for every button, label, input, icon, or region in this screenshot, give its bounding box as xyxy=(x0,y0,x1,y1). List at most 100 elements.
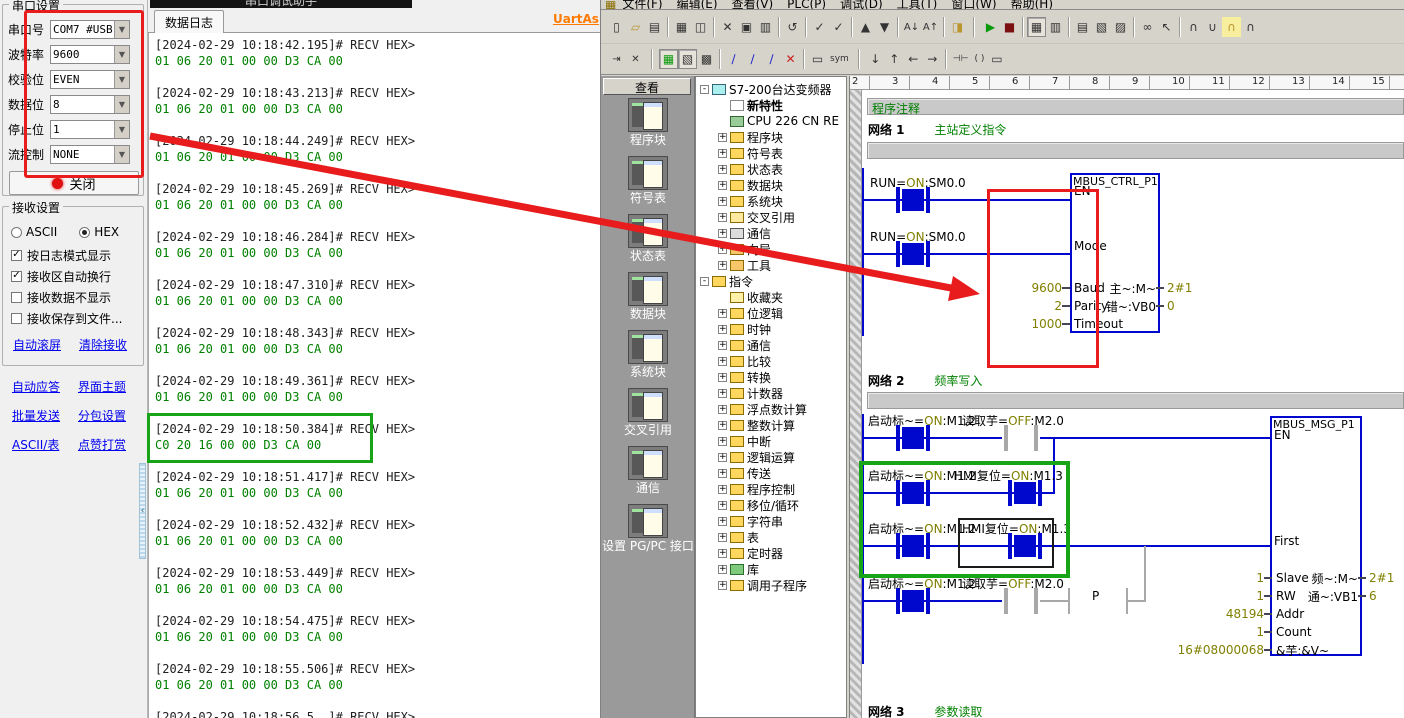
ladder-editor[interactable]: 2345678910111213141516 程序注释 网络 1 主站定义指令 … xyxy=(849,76,1404,718)
chevron-down-icon[interactable]: ▼ xyxy=(114,21,129,38)
radio-ascii[interactable]: ASCII xyxy=(11,225,57,239)
compile-all-button[interactable]: ✓ xyxy=(829,17,848,37)
pause-program-status-button[interactable]: ▥ xyxy=(1046,17,1065,37)
receive-log-area[interactable]: [2024-02-29 10:18:42.195]# RECV HEX> 01 … xyxy=(148,33,600,718)
tree-node[interactable]: + 符号表 xyxy=(696,145,846,161)
tree-node[interactable]: + 数据块 xyxy=(696,177,846,193)
view-stl-button[interactable]: ▧ xyxy=(678,49,697,69)
flowctrl-select[interactable]: NONE ▼ xyxy=(50,145,130,164)
tree-expand-icon[interactable]: + xyxy=(718,197,727,206)
tree-expand-icon[interactable] xyxy=(718,117,727,126)
tree-node[interactable]: - S7-200台达变频器 xyxy=(696,81,846,97)
port-select[interactable]: COM7 #USB ▼ xyxy=(50,20,130,39)
contact-deenergized[interactable] xyxy=(1004,425,1038,451)
contact-deenergized[interactable] xyxy=(1004,588,1038,614)
tree-node[interactable]: + 中断 xyxy=(696,433,846,449)
goto-bookmark-button[interactable]: ⇥ xyxy=(607,49,626,69)
pause-chart-status-button[interactable]: ▧ xyxy=(1092,17,1111,37)
tree-expand-icon[interactable]: + xyxy=(718,309,727,318)
menu-debug[interactable]: 调试(D) xyxy=(840,0,883,10)
tab-data-log[interactable]: 数据日志 xyxy=(154,10,224,33)
address-toggle-button[interactable]: ▭ xyxy=(808,49,827,69)
tree-expand-icon[interactable]: + xyxy=(718,421,727,430)
nav-program-block[interactable]: 程序块 xyxy=(601,98,695,147)
chk-hide-recv[interactable]: 接收数据不显示 xyxy=(3,287,143,308)
tree-expand-icon[interactable]: + xyxy=(718,549,727,558)
tree-expand-icon[interactable]: + xyxy=(718,533,727,542)
radio-hex[interactable]: HEX xyxy=(79,225,119,239)
contact-energized[interactable] xyxy=(896,480,930,506)
tree-expand-icon[interactable]: + xyxy=(718,149,727,158)
menu-file[interactable]: 文件(F) xyxy=(622,0,662,10)
nav-communications[interactable]: 通信 xyxy=(601,446,695,495)
chk-autowrap[interactable]: 接收区自动换行 xyxy=(3,266,143,287)
tree-expand-icon[interactable]: + xyxy=(718,565,727,574)
baud-select[interactable]: 9600 ▼ xyxy=(50,45,130,64)
chevron-down-icon[interactable]: ▼ xyxy=(114,71,129,88)
nav-set-pg-pc-interface[interactable]: 设置 PG/PC 接口 xyxy=(601,504,695,553)
tree-node[interactable]: + 通信 xyxy=(696,225,846,241)
stop-button[interactable]: ■ xyxy=(1000,17,1019,37)
new-file-button[interactable]: ▯ xyxy=(607,17,626,37)
program-status-button[interactable]: ▦ xyxy=(1027,17,1046,37)
uartassist-link[interactable]: UartAssist xyxy=(553,12,599,26)
stop-chart-status-button[interactable]: ▨ xyxy=(1111,17,1130,37)
bookmark-glasses-button[interactable]: ∞ xyxy=(1138,17,1157,37)
line-right-button[interactable]: → xyxy=(923,49,942,69)
tree-expand-icon[interactable]: + xyxy=(718,389,727,398)
contact-energized[interactable] xyxy=(1008,533,1042,559)
tree-node[interactable]: + 工具 xyxy=(696,257,846,273)
line-left-button[interactable]: ← xyxy=(904,49,923,69)
tree-node[interactable]: + 程序控制 xyxy=(696,481,846,497)
tree-expand-icon[interactable]: + xyxy=(718,501,727,510)
tree-node[interactable]: + 时钟 xyxy=(696,321,846,337)
tree-node[interactable]: + 定时器 xyxy=(696,545,846,561)
tree-node[interactable]: - 指令 xyxy=(696,273,846,289)
sort-descending-button[interactable]: A↑ xyxy=(921,17,940,37)
link-auto-reply[interactable]: 自动应答 xyxy=(12,378,78,400)
project-tree[interactable]: - S7-200台达变频器 新特性 CPU 226 CN RE + 程序块 xyxy=(695,76,847,718)
nav-system-block[interactable]: 系统块 xyxy=(601,330,695,379)
close-port-button[interactable]: 关闭 xyxy=(9,171,139,195)
force-all-button[interactable]: ∩ xyxy=(1222,17,1241,37)
tree-node[interactable]: + 整数计算 xyxy=(696,417,846,433)
positive-edge-contact[interactable]: P xyxy=(1092,589,1099,603)
chk-save-file[interactable]: 接收保存到文件... xyxy=(3,308,143,329)
tree-node[interactable]: + 位逻辑 xyxy=(696,305,846,321)
link-auto-scroll[interactable]: 自动滚屏 xyxy=(13,336,61,353)
menu-help[interactable]: 帮助(H) xyxy=(1011,0,1053,10)
navbar-header[interactable]: 查看 xyxy=(603,78,691,95)
contact-energized[interactable] xyxy=(896,241,930,267)
sidebar-collapse-handle[interactable]: ‹ xyxy=(139,463,146,559)
tree-expand-icon[interactable] xyxy=(718,293,727,302)
tree-expand-icon[interactable]: + xyxy=(718,229,727,238)
tree-expand-icon[interactable]: + xyxy=(718,213,727,222)
tree-node[interactable]: + 表 xyxy=(696,529,846,545)
line-up-button[interactable]: ↑ xyxy=(885,49,904,69)
tree-node[interactable]: + 浮点数计算 xyxy=(696,401,846,417)
tree-expand-icon[interactable]: + xyxy=(718,261,727,270)
append-network-button[interactable]: ∕ xyxy=(743,49,762,69)
menu-window[interactable]: 窗口(W) xyxy=(951,0,996,10)
open-file-button[interactable]: ▱ xyxy=(626,17,645,37)
tree-node[interactable]: + 程序块 xyxy=(696,129,846,145)
contact-energized[interactable] xyxy=(896,187,930,213)
tree-node[interactable]: + 字符串 xyxy=(696,513,846,529)
insert-coil-button[interactable]: ( ) xyxy=(971,49,987,69)
tree-expand-icon[interactable]: + xyxy=(718,453,727,462)
tree-node[interactable]: 收藏夹 xyxy=(696,289,846,305)
insert-contact-button[interactable]: ⊣⊢ xyxy=(950,49,972,69)
tree-node[interactable]: + 移位/循环 xyxy=(696,497,846,513)
link-like-reward[interactable]: 点赞打赏 xyxy=(78,436,144,458)
chevron-down-icon[interactable]: ▼ xyxy=(114,121,129,138)
tree-node[interactable]: + 向导 xyxy=(696,241,846,257)
read-all-forced-button[interactable]: ∩ xyxy=(1241,17,1260,37)
tree-node[interactable]: CPU 226 CN RE xyxy=(696,113,846,129)
tree-expand-icon[interactable]: + xyxy=(718,133,727,142)
tree-expand-icon[interactable]: + xyxy=(718,469,727,478)
nav-symbol-table[interactable]: 符号表 xyxy=(601,156,695,205)
chevron-down-icon[interactable]: ▼ xyxy=(114,146,129,163)
tree-expand-icon[interactable]: + xyxy=(718,357,727,366)
tree-expand-icon[interactable]: + xyxy=(718,341,727,350)
save-button[interactable]: ▤ xyxy=(645,17,664,37)
